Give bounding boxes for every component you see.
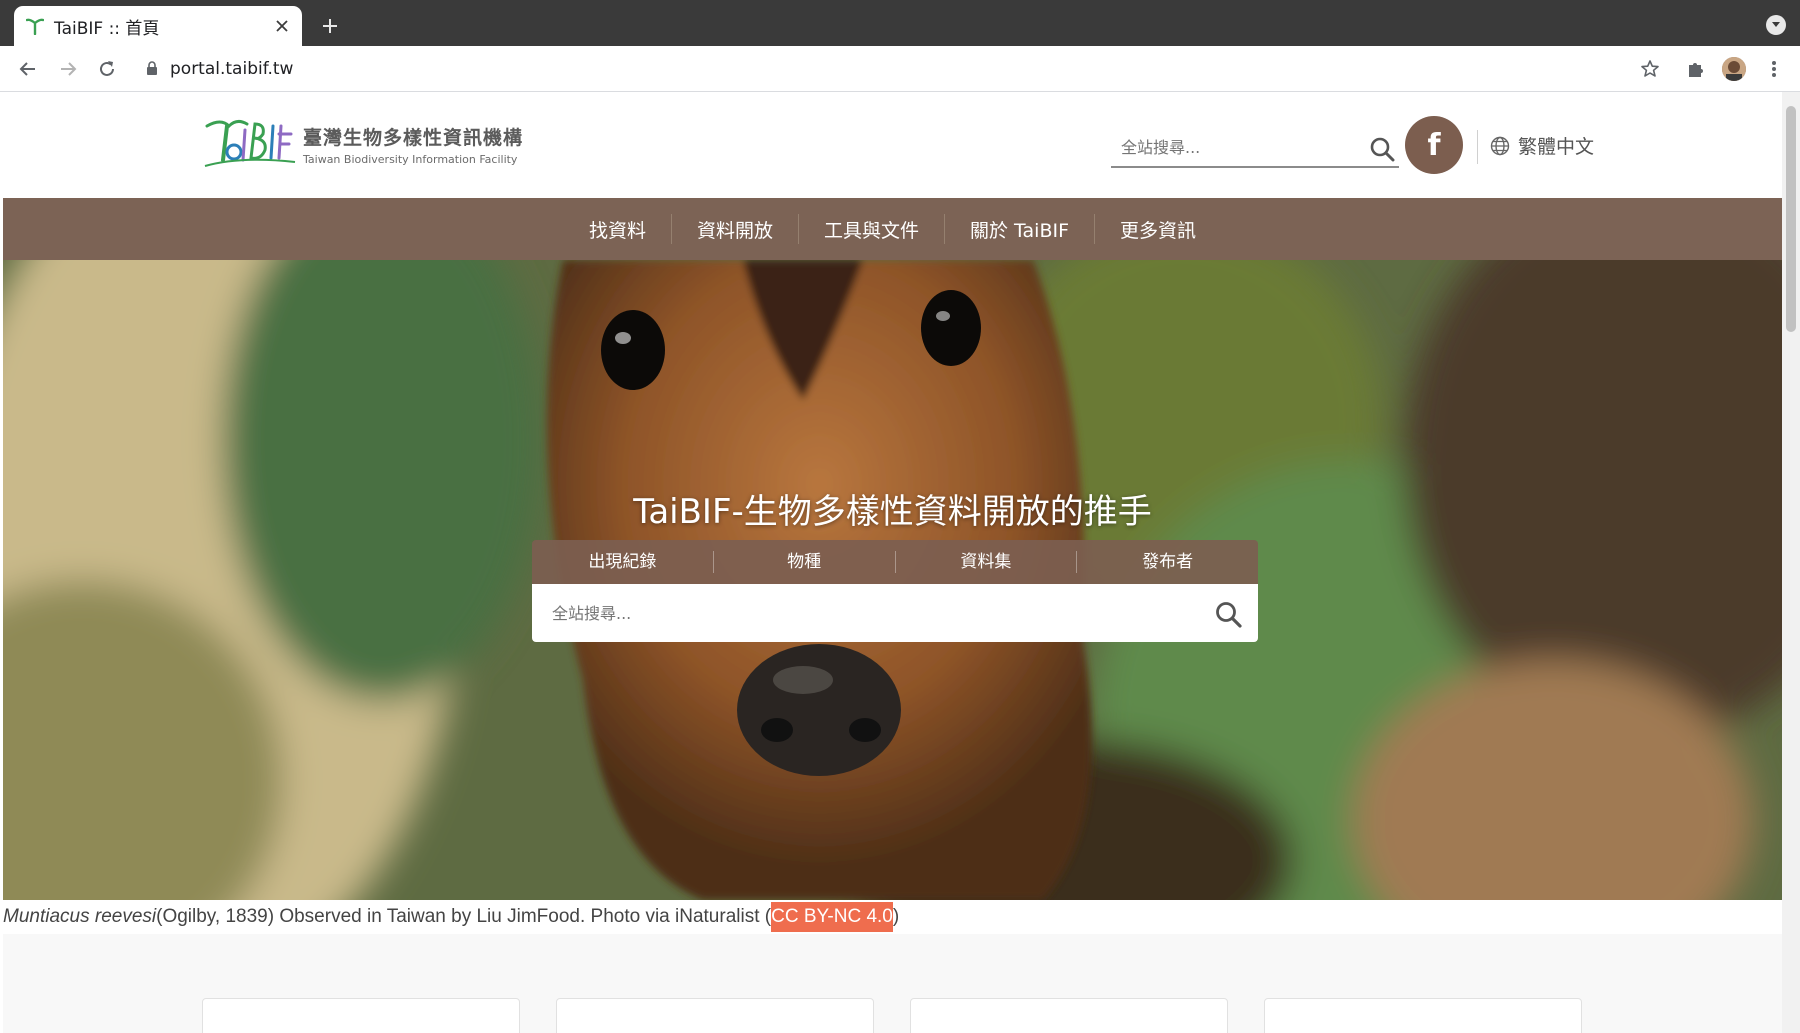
tab-search-icon[interactable] <box>1766 15 1786 35</box>
tab-publishers[interactable]: 發布者 <box>1076 551 1258 573</box>
header-search <box>1111 128 1399 168</box>
site-logo[interactable]: 臺灣生物多樣性資訊機構 Taiwan Biodiversity Informat… <box>201 116 523 172</box>
caption-text: (Ogilby, 1839) Observed in Taiwan by Liu… <box>156 906 772 927</box>
feature-card[interactable] <box>1264 998 1582 1033</box>
back-arrow-icon[interactable] <box>14 55 42 83</box>
nav-item-tools-docs[interactable]: 工具與文件 <box>798 214 944 244</box>
header-search-input[interactable] <box>1111 137 1341 157</box>
browser-menu-icon[interactable] <box>1760 55 1788 83</box>
taibif-favicon-icon <box>24 15 46 37</box>
close-tab-icon[interactable] <box>272 16 292 36</box>
extensions-puzzle-icon[interactable] <box>1682 55 1710 83</box>
logo-title-zh: 臺灣生物多樣性資訊機構 <box>303 126 524 149</box>
hero-title: TaiBIF-生物多樣性資料開放的推手 <box>633 492 1152 532</box>
browser-tabstrip: TaiBIF :: 首頁 <box>0 0 1800 46</box>
hero-search-icon[interactable] <box>1214 600 1242 628</box>
feature-card[interactable] <box>556 998 874 1033</box>
taibif-logo-icon <box>204 119 296 167</box>
hero-search-input[interactable] <box>532 603 1152 623</box>
scrollbar-thumb[interactable] <box>1786 106 1796 332</box>
forward-arrow-icon[interactable] <box>54 55 82 83</box>
tab-title: TaiBIF :: 首頁 <box>54 18 160 39</box>
new-tab-icon[interactable] <box>316 12 344 40</box>
browser-toolbar: portal.taibif.tw <box>0 46 1800 92</box>
language-label: 繁體中文 <box>1518 136 1595 158</box>
feature-card[interactable] <box>910 998 1228 1033</box>
page-scrollbar[interactable] <box>1782 92 1800 1033</box>
nav-item-data-publishing[interactable]: 資料開放 <box>670 214 798 244</box>
address-bar[interactable]: portal.taibif.tw <box>134 52 1670 86</box>
language-switcher[interactable]: 繁體中文 <box>1490 132 1594 159</box>
main-nav: 找資料 資料開放 工具與文件 關於 TaiBIF 更多資訊 <box>3 198 1782 260</box>
facebook-icon: f <box>1427 127 1441 163</box>
photo-caption: Muntiacus reevesi (Ogilby, 1839) Observe… <box>3 900 1782 934</box>
nav-item-more-info[interactable]: 更多資訊 <box>1094 214 1221 244</box>
globe-icon <box>1490 136 1510 155</box>
browser-tab-active[interactable]: TaiBIF :: 首頁 <box>14 6 302 46</box>
profile-avatar[interactable] <box>1720 55 1748 83</box>
tab-occurrences[interactable]: 出現紀錄 <box>532 551 713 573</box>
lower-section <box>3 934 1782 1033</box>
facebook-button[interactable]: f <box>1405 116 1463 174</box>
hero-search-tabs: 出現紀錄 物種 資料集 發布者 <box>532 540 1258 584</box>
nav-item-find-data[interactable]: 找資料 <box>564 214 671 244</box>
logo-title-en: Taiwan Biodiversity Information Facility <box>303 152 518 166</box>
license-link[interactable]: CC BY-NC 4.0 <box>771 902 893 932</box>
species-name: Muntiacus reevesi <box>3 906 157 927</box>
site-header: 臺灣生物多樣性資訊機構 Taiwan Biodiversity Informat… <box>3 92 1782 198</box>
reload-icon[interactable] <box>93 55 121 83</box>
hero-search-box <box>532 584 1258 642</box>
bookmark-star-icon[interactable] <box>1640 59 1660 79</box>
feature-card[interactable] <box>202 998 520 1033</box>
avatar <box>1722 57 1746 81</box>
search-icon[interactable] <box>1369 136 1395 162</box>
nav-item-about[interactable]: 關於 TaiBIF <box>944 214 1094 244</box>
header-divider <box>1477 130 1478 164</box>
hero-banner: TaiBIF-生物多樣性資料開放的推手 出現紀錄 物種 資料集 發布者 <box>3 260 1782 900</box>
caption-close: ) <box>892 906 900 927</box>
tab-datasets[interactable]: 資料集 <box>894 551 1077 573</box>
lock-icon <box>146 60 158 79</box>
url-text: portal.taibif.tw <box>170 59 294 79</box>
tab-species[interactable]: 物種 <box>712 551 895 573</box>
page-viewport: 臺灣生物多樣性資訊機構 Taiwan Biodiversity Informat… <box>3 92 1782 1033</box>
